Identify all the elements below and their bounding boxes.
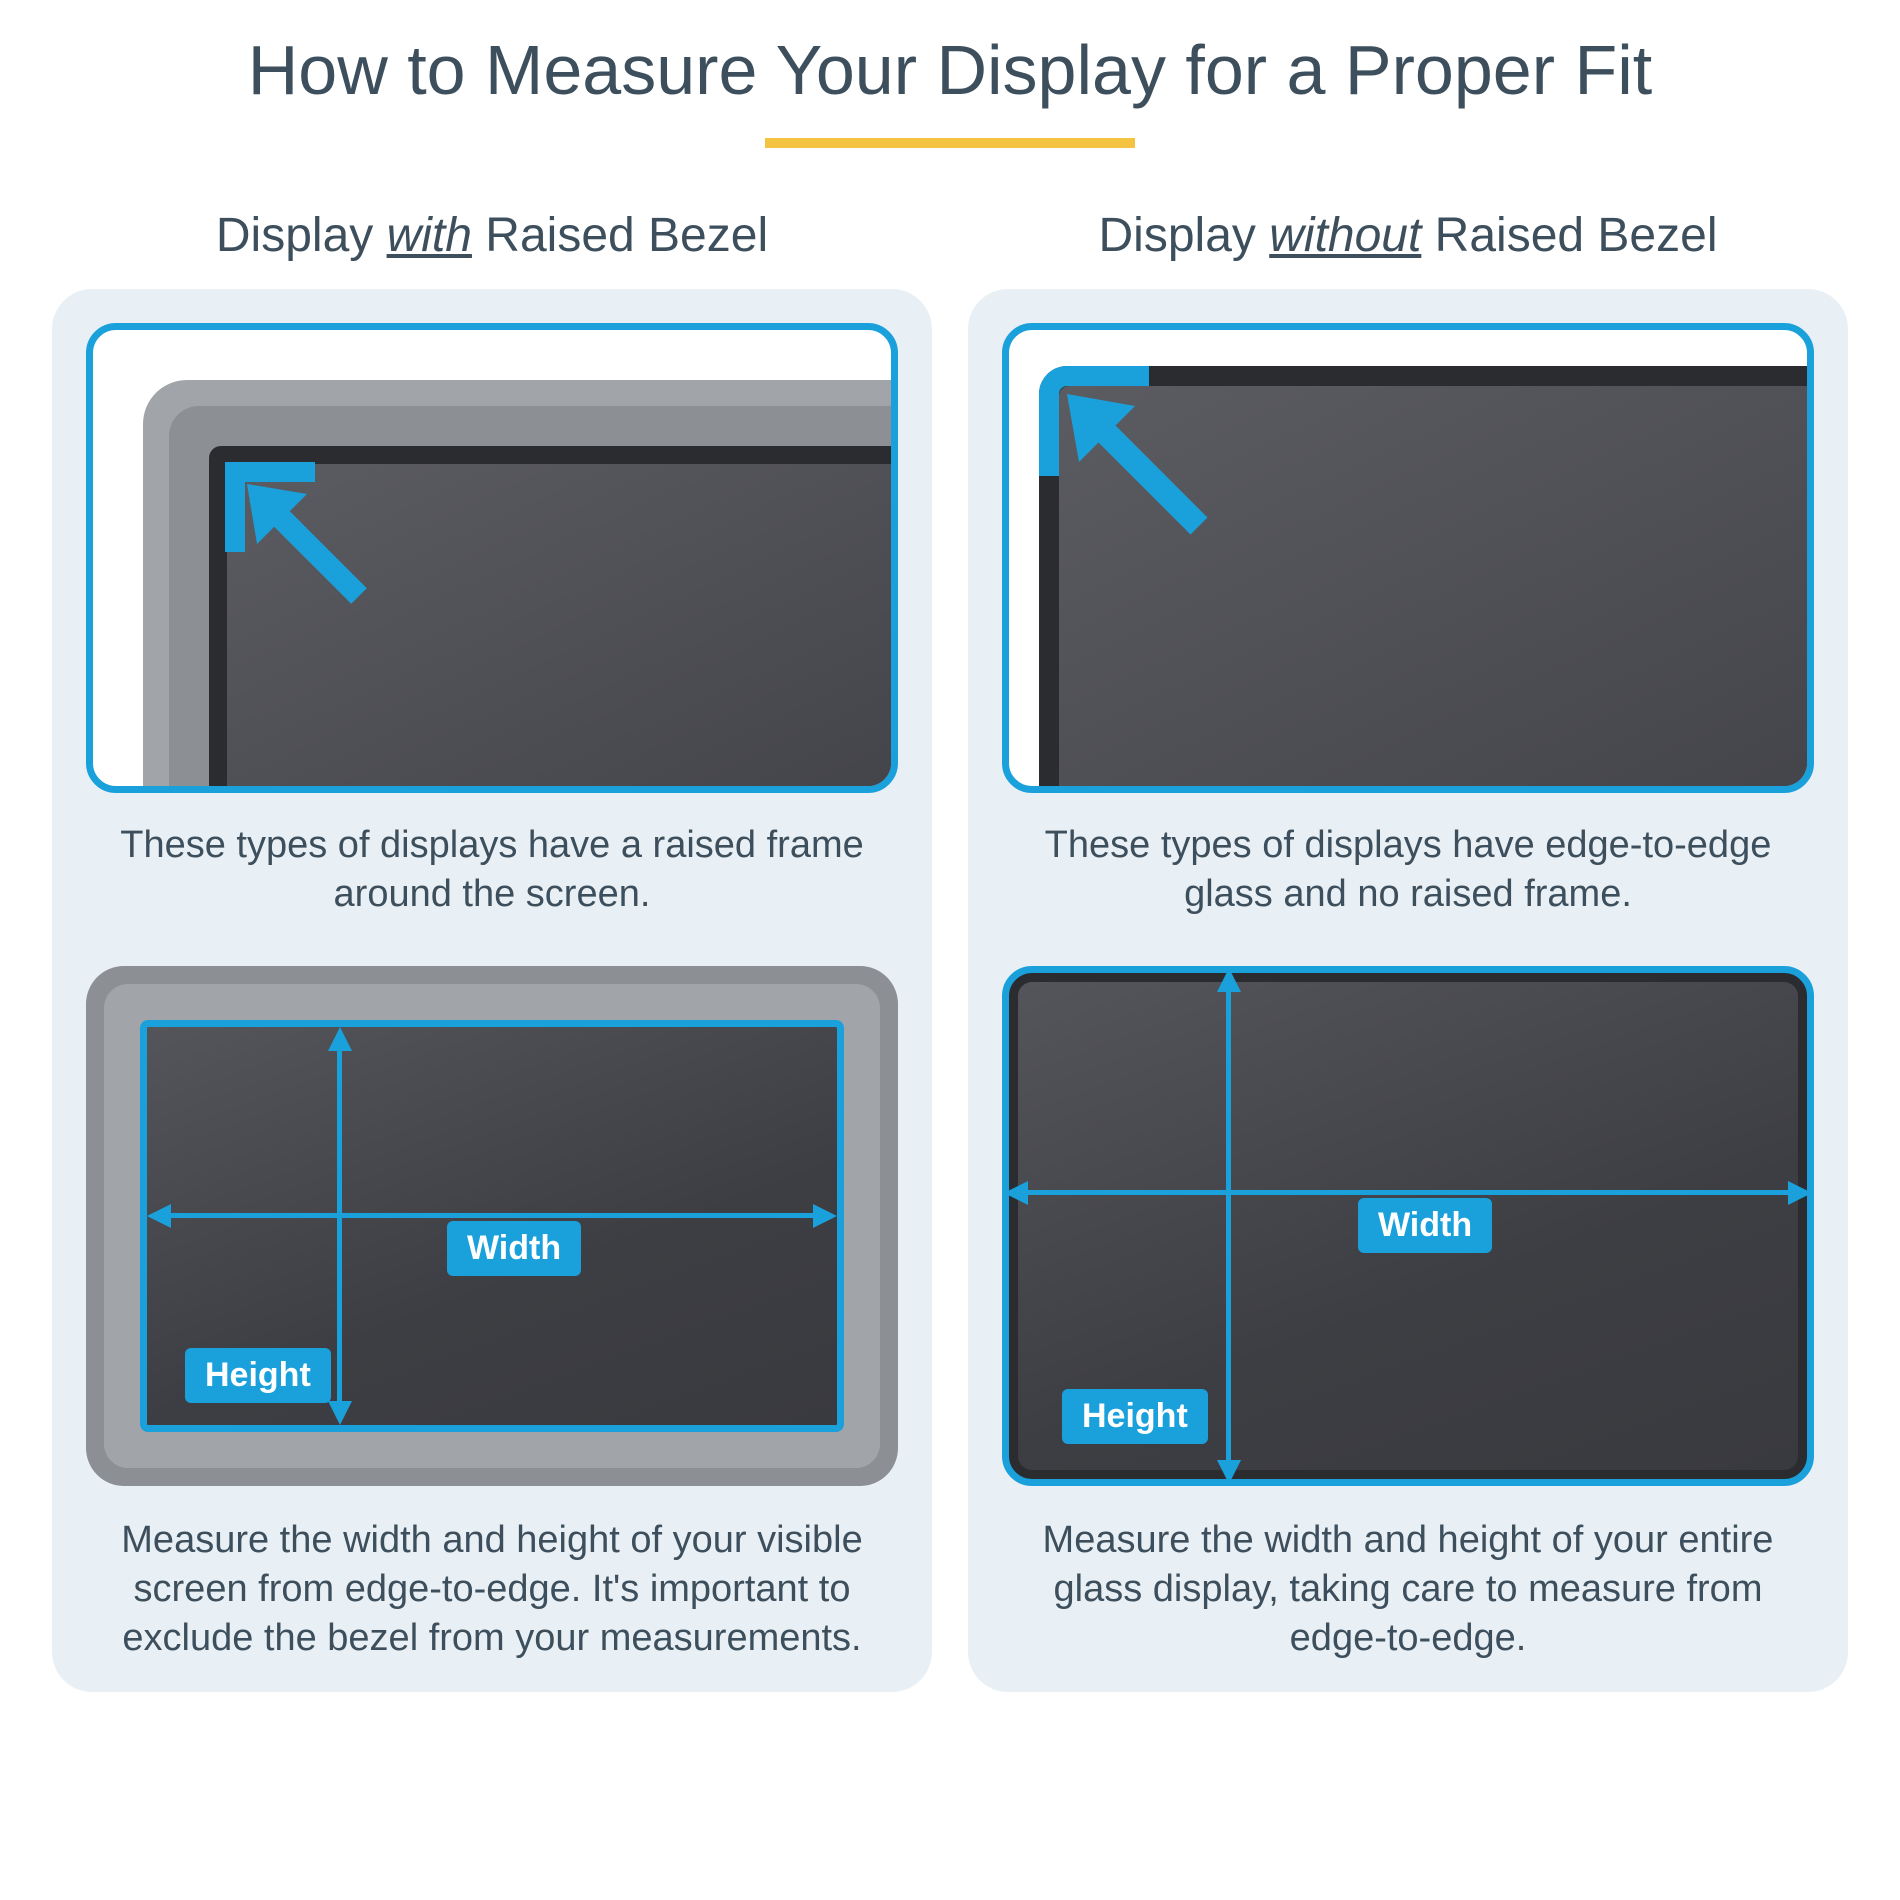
caption-nobezel-top: These types of displays have edge-to-edg…	[1002, 821, 1814, 918]
heading-post: Raised Bezel	[472, 209, 768, 262]
arrow-right-icon	[1788, 1181, 1812, 1205]
arrow-left-icon	[1004, 1181, 1028, 1205]
caption-nobezel-bottom: Measure the width and height of your ent…	[1002, 1516, 1814, 1662]
illustration-bezel-corner	[86, 323, 898, 793]
height-dimension-line	[1226, 976, 1231, 1476]
heading-emphasis: with	[387, 209, 472, 262]
height-label: Height	[1062, 1389, 1208, 1444]
width-dimension-line	[153, 1213, 831, 1218]
arrow-diagonal-icon	[239, 476, 389, 626]
panel-right: These types of displays have edge-to-edg…	[968, 289, 1848, 1692]
width-label: Width	[1358, 1198, 1492, 1253]
heading-pre: Display	[216, 209, 387, 262]
column-without-bezel: Display without Raised Bezel These types…	[968, 208, 1848, 1692]
caption-bezel-bottom: Measure the width and height of your vis…	[86, 1516, 898, 1662]
heading-pre: Display	[1099, 209, 1270, 262]
illustration-nobezel-corner	[1002, 323, 1814, 793]
arrow-up-icon	[328, 1027, 352, 1051]
arrow-down-icon	[1217, 1460, 1241, 1484]
arrow-down-icon	[328, 1401, 352, 1425]
measure-screen: Width Height	[1018, 982, 1798, 1470]
panel-left: These types of displays have a raised fr…	[52, 289, 932, 1692]
heading-emphasis: without	[1269, 209, 1421, 262]
width-dimension-line	[1012, 1190, 1804, 1195]
title-underline	[765, 138, 1135, 148]
arrow-up-icon	[1217, 968, 1241, 992]
measure-diagram-bezel: Width Height	[86, 966, 898, 1486]
measure-screen: Width Height	[140, 1020, 844, 1432]
arrow-left-icon	[147, 1204, 171, 1228]
caption-bezel-top: These types of displays have a raised fr…	[86, 821, 898, 918]
column-with-bezel: Display with Raised Bezel These types of…	[52, 208, 932, 1692]
column-heading-left: Display with Raised Bezel	[52, 208, 932, 263]
arrow-diagonal-icon	[1059, 386, 1229, 556]
page-title: How to Measure Your Display for a Proper…	[40, 30, 1860, 110]
columns: Display with Raised Bezel These types of…	[40, 208, 1860, 1692]
width-label: Width	[447, 1221, 581, 1276]
measure-diagram-nobezel: Width Height	[1002, 966, 1814, 1486]
heading-post: Raised Bezel	[1421, 209, 1717, 262]
height-dimension-line	[337, 1033, 342, 1419]
arrow-right-icon	[813, 1204, 837, 1228]
height-label: Height	[185, 1348, 331, 1403]
column-heading-right: Display without Raised Bezel	[968, 208, 1848, 263]
